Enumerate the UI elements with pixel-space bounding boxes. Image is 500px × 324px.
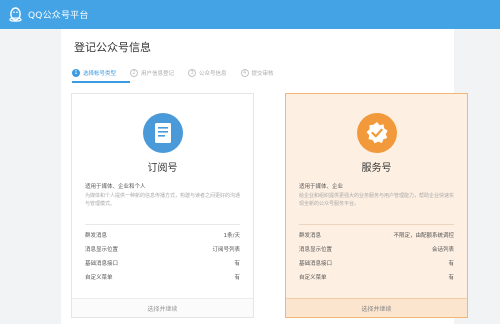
subscription-card[interactable]: 订阅号 适用于媒体、企业和个人 为媒体和个人提供一种新的信息传播方式，构建与读者…: [71, 93, 254, 318]
card-audience: 适用于媒体、企业: [299, 184, 344, 190]
feature-label: 消息显示位置: [85, 247, 119, 253]
feature-label: 自定义菜单: [85, 275, 113, 281]
feature-value: 1条/天: [223, 233, 240, 239]
step-label: 提交审核: [251, 71, 274, 77]
feature-label: 自定义菜单: [299, 275, 327, 281]
feature-row: 消息显示位置 订阅号列表: [85, 244, 240, 254]
feature-label: 群发消息: [85, 233, 108, 239]
step-3: 3 公众号信息: [188, 69, 227, 77]
document-icon: [143, 113, 183, 153]
divider: [299, 224, 454, 225]
step-label: 选择帐号类型: [83, 71, 117, 77]
service-card[interactable]: 服务号 适用于媒体、企业 给企业和组织提供更强大的业务服务与用户管理能力，帮助企…: [285, 93, 468, 318]
step-4: 4 提交审核: [240, 69, 274, 77]
header-panel: 登记公众号信息 1 选择帐号类型 2 用户信息登记 3 公众号信息 4 提交审核: [61, 29, 454, 93]
step-indicator: 1 选择帐号类型 2 用户信息登记 3 公众号信息 4 提交审核: [72, 68, 288, 78]
feature-label: 消息显示位置: [299, 247, 333, 253]
feature-value: 有: [448, 261, 454, 267]
card-audience: 适用于媒体、企业和个人: [85, 184, 146, 190]
feature-row: 基础消息接口 有: [299, 258, 454, 268]
feature-label: 群发消息: [299, 233, 322, 239]
verified-badge-icon: [357, 113, 397, 153]
select-continue-button[interactable]: 选择并继续: [286, 298, 467, 317]
feature-value: 订阅号列表: [212, 247, 240, 253]
step-label: 用户信息登记: [141, 71, 175, 77]
step-number: 4: [240, 69, 249, 77]
divider: [85, 224, 240, 225]
feature-value: 会话列表: [431, 247, 454, 253]
card-title: 订阅号: [147, 163, 178, 174]
feature-value: 有: [448, 275, 454, 281]
step-number: 3: [188, 69, 197, 77]
select-continue-button[interactable]: 选择并继续: [72, 298, 253, 317]
step-number: 2: [130, 69, 139, 77]
feature-label: 基础消息接口: [85, 261, 119, 267]
feature-row: 消息显示位置 会话列表: [299, 244, 454, 254]
feature-value: 有: [234, 275, 240, 281]
feature-value: 有: [234, 261, 240, 267]
step-1: 1 选择帐号类型: [72, 69, 116, 77]
account-type-panel: 订阅号 适用于媒体、企业和个人 为媒体和个人提供一种新的信息传播方式，构建与读者…: [61, 93, 468, 324]
feature-row: 自定义菜单 有: [85, 272, 240, 282]
feature-value: 不限定，由配额系统调控: [393, 233, 454, 239]
active-step-underline: [72, 81, 130, 83]
page-title: 登记公众号信息: [74, 41, 151, 54]
feature-row: 群发消息 不限定，由配额系统调控: [299, 230, 454, 240]
feature-row: 群发消息 1条/天: [85, 230, 240, 240]
feature-row: 基础消息接口 有: [85, 258, 240, 268]
card-description: 为媒体和个人提供一种新的信息传播方式，构建与读者之间更好的沟通与管理模式。: [85, 193, 241, 207]
step-2: 2 用户信息登记: [130, 69, 174, 77]
qq-penguin-icon[interactable]: [8, 7, 23, 23]
step-number: 1: [72, 69, 80, 77]
feature-label: 基础消息接口: [299, 261, 333, 267]
step-label: 公众号信息: [199, 71, 227, 77]
feature-row: 自定义菜单 有: [299, 272, 454, 282]
top-bar: QQ公众号平台: [0, 0, 500, 29]
brand-title[interactable]: QQ公众号平台: [28, 8, 89, 21]
card-title: 服务号: [361, 163, 392, 174]
card-description: 给企业和组织提供更强大的业务服务与用户管理能力，帮助企业快速实现全新的公众号服务…: [299, 193, 455, 207]
